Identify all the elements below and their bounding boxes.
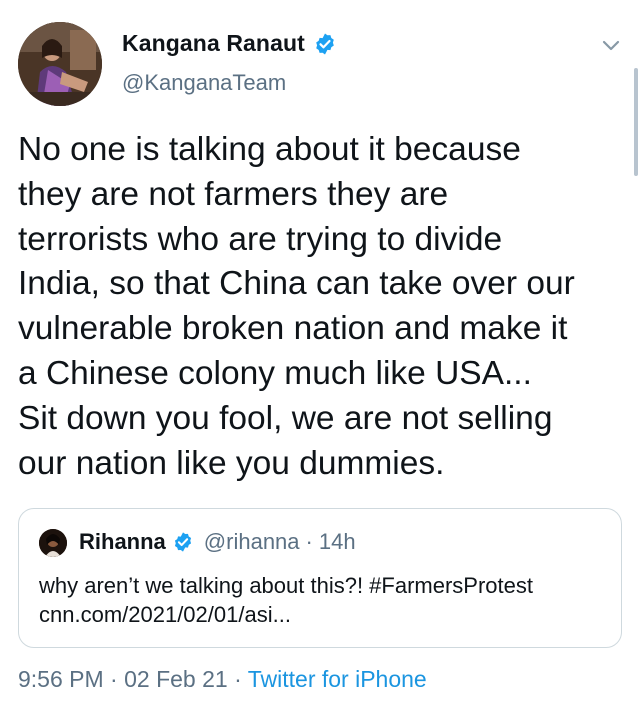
- tweet-text-line: a Chinese colony much like USA...: [18, 354, 532, 392]
- tweet-text-line: vulnerable broken nation and make it: [18, 310, 568, 348]
- quoted-text-line: why aren’t we talking about this?! #Farm…: [39, 573, 534, 598]
- tweet-text-line: they are not farmers they are: [18, 175, 449, 213]
- tweet-card: Kangana Ranaut @KanganaTeam No one is ta…: [0, 0, 640, 714]
- quoted-avatar-photo-icon: [39, 529, 67, 557]
- tweet-date[interactable]: 02 Feb 21: [124, 666, 228, 692]
- quoted-link[interactable]: cnn.com/2021/02/01/asi...: [39, 600, 609, 629]
- author-handle[interactable]: @KanganaTeam: [122, 70, 286, 96]
- tweet-time[interactable]: 9:56 PM: [18, 666, 104, 692]
- quoted-timestamp[interactable]: 14h: [319, 529, 356, 555]
- quoted-author-avatar[interactable]: [39, 529, 67, 557]
- tweet-text-line: our nation like you dummies.: [18, 444, 445, 482]
- scrollbar[interactable]: [634, 68, 638, 176]
- tweet-meta: 9:56 PM · 02 Feb 21 · Twitter for iPhone: [18, 666, 427, 693]
- quoted-separator: ·: [305, 529, 313, 554]
- tweet-text-line: terrorists who are trying to divide: [18, 220, 503, 258]
- quoted-author-name[interactable]: Rihanna: [79, 529, 166, 555]
- tweet-text-line: Sit down you fool, we are not selling: [18, 399, 553, 437]
- tweet-source-app[interactable]: Twitter for iPhone: [248, 666, 427, 692]
- quoted-tweet[interactable]: Rihanna @rihanna · 14h why aren’t we tal…: [18, 508, 622, 648]
- meta-separator: ·: [110, 666, 118, 692]
- tweet-text-line: India, so that China can take over our: [18, 265, 575, 303]
- author-name-row: Kangana Ranaut: [122, 30, 337, 57]
- quoted-header: Rihanna @rihanna · 14h: [79, 529, 356, 555]
- verified-badge-icon: [174, 532, 191, 552]
- chevron-down-icon[interactable]: [598, 32, 624, 58]
- avatar-photo-icon: [18, 22, 102, 106]
- tweet-text-line: No one is talking about it because: [18, 131, 521, 168]
- author-name[interactable]: Kangana Ranaut: [122, 30, 305, 57]
- meta-separator: ·: [234, 666, 242, 692]
- quoted-author-handle[interactable]: @rihanna: [204, 529, 300, 555]
- verified-badge-icon: [316, 33, 334, 54]
- tweet-text: No one is talking about it because they …: [18, 128, 618, 486]
- author-avatar[interactable]: [18, 22, 102, 106]
- quoted-text: why aren’t we talking about this?! #Farm…: [39, 571, 609, 629]
